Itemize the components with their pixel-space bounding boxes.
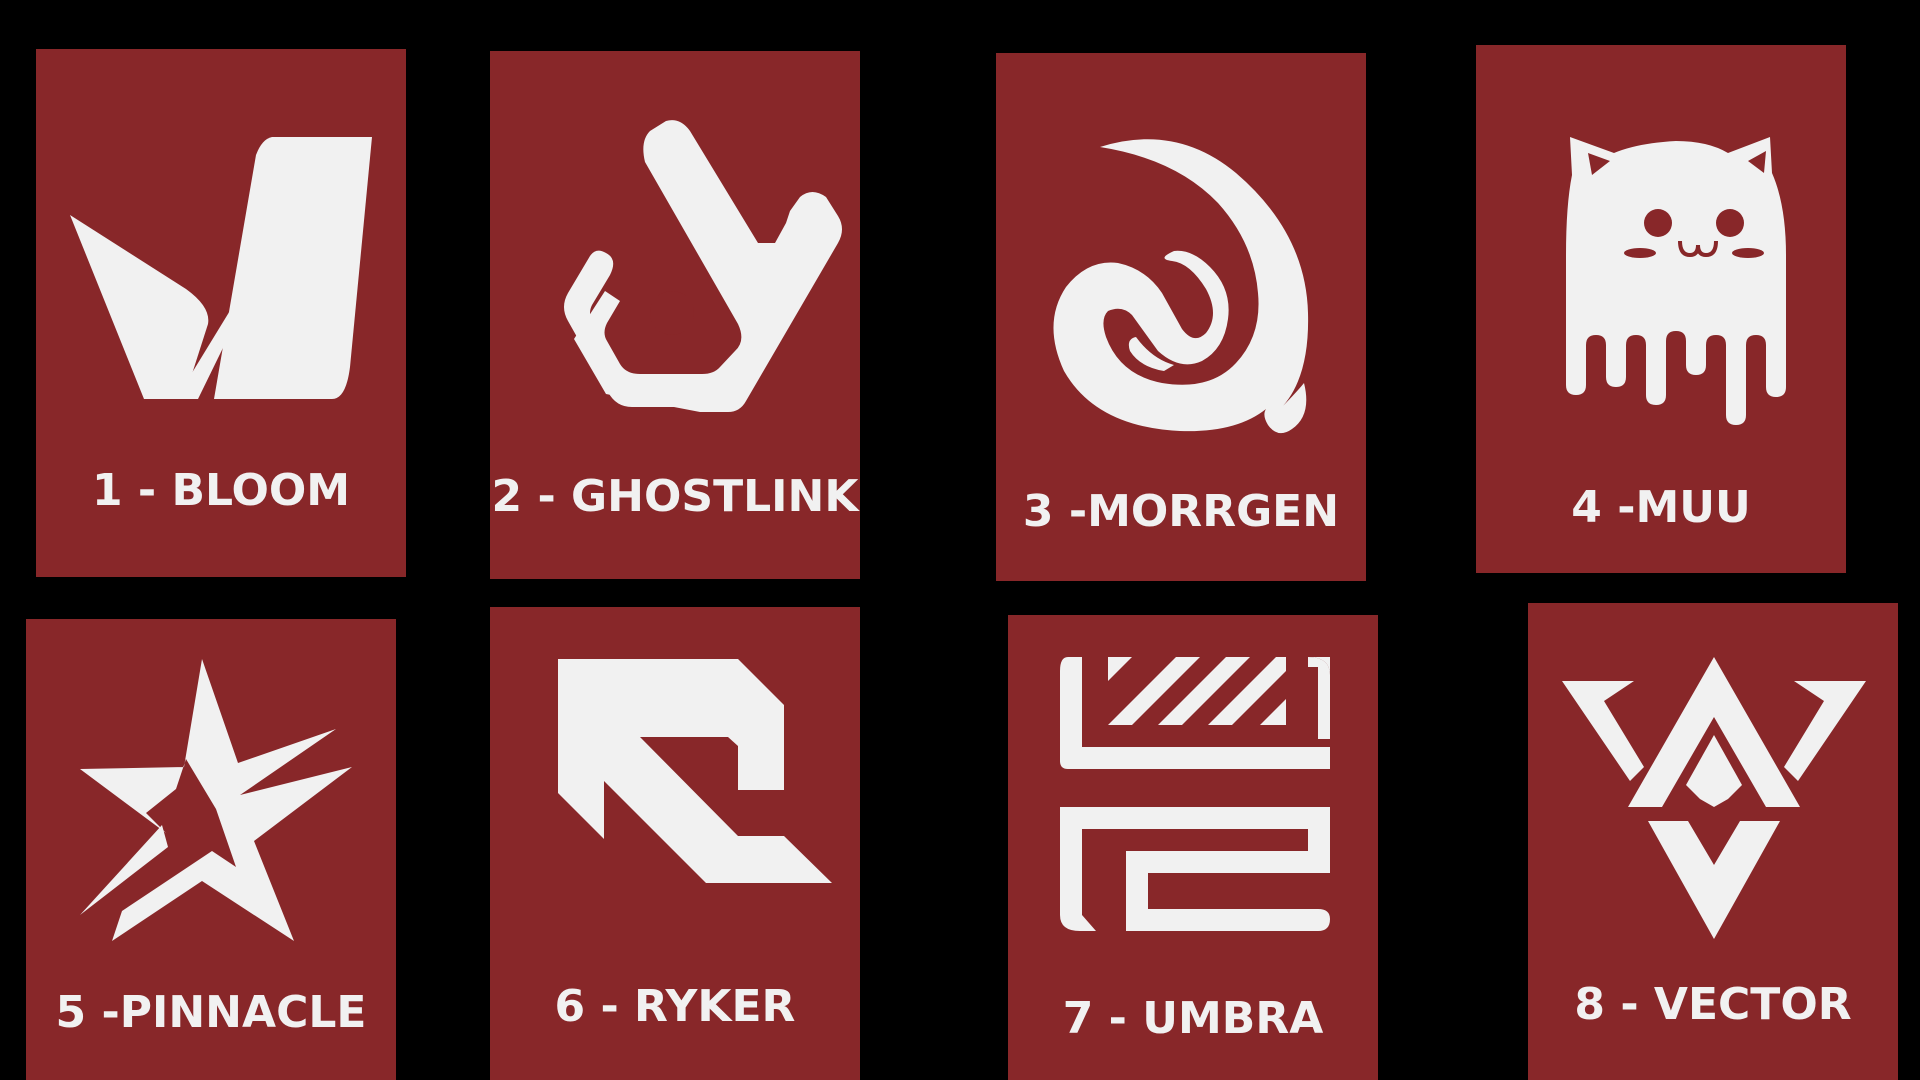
logo-label: 3 -MORRGEN [1022, 486, 1340, 537]
logo-label: 2 - GHOSTLINK [491, 471, 859, 522]
logo-label: 8 - VECTOR [1574, 979, 1852, 1030]
logo-card-muu: 4 -MUU [1476, 45, 1846, 573]
logo-label: 7 - UMBRA [1062, 993, 1324, 1044]
logo-card-umbra: 7 - UMBRA [1008, 615, 1378, 1080]
logo-label: 5 -PINNACLE [55, 987, 367, 1038]
logo-label: 1 - BLOOM [91, 465, 351, 516]
logo-card-bloom: 1 - BLOOM [36, 49, 406, 577]
logo-card-morrgen: 3 -MORRGEN [996, 53, 1366, 581]
logo-card-vector: 8 - VECTOR [1528, 603, 1898, 1080]
logo-card-pinnacle: 5 -PINNACLE [26, 619, 396, 1080]
logo-card-ghostlink: 2 - GHOSTLINK [490, 51, 860, 579]
logo-label: 4 -MUU [1571, 482, 1751, 533]
logo-label: 6 - RYKER [554, 981, 796, 1032]
logo-card-ryker: 6 - RYKER [490, 607, 860, 1080]
